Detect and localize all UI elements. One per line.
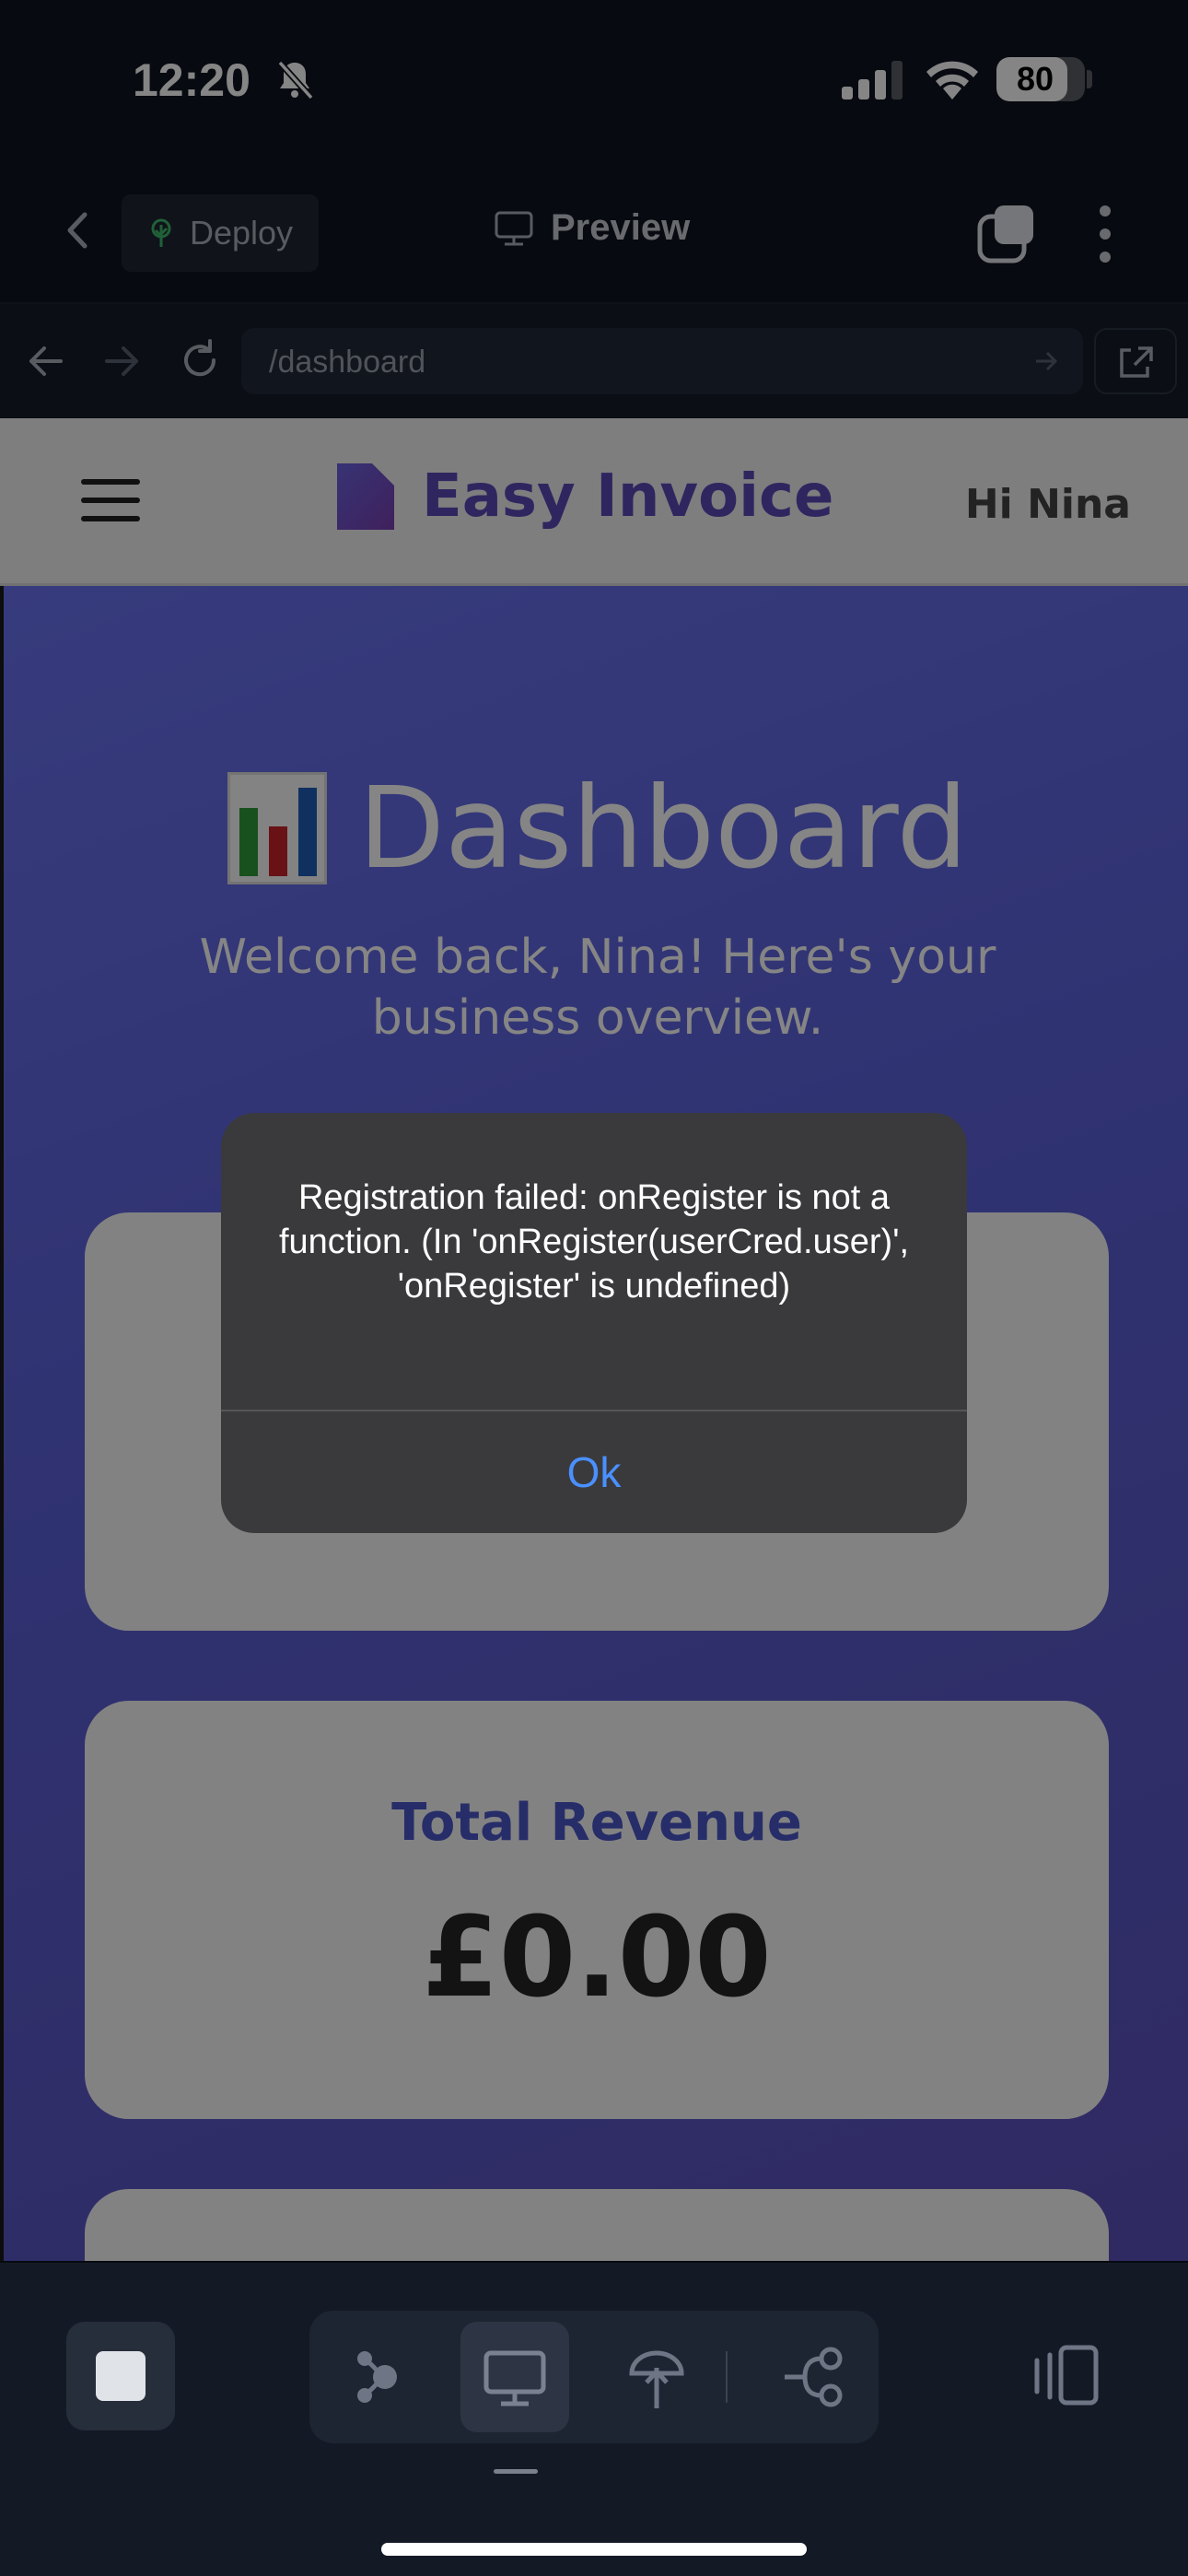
deploy-mode-tab[interactable] bbox=[602, 2322, 711, 2432]
monitor-icon bbox=[483, 2350, 546, 2406]
home-indicator bbox=[381, 2543, 807, 2556]
device-toggle-icon[interactable] bbox=[1030, 2344, 1103, 2408]
stop-icon bbox=[96, 2351, 146, 2401]
flow-tab[interactable] bbox=[757, 2322, 866, 2432]
segment-divider bbox=[726, 2351, 728, 2403]
alert-dialog: Registration failed: onRegister is not a… bbox=[221, 1113, 967, 1533]
agent-icon bbox=[357, 2351, 397, 2403]
preview-mode-tab[interactable] bbox=[460, 2322, 569, 2432]
agent-tab[interactable] bbox=[320, 2322, 429, 2432]
drag-handle[interactable] bbox=[494, 2469, 538, 2474]
flow-icon bbox=[785, 2347, 843, 2407]
alert-message: Registration failed: onRegister is not a… bbox=[278, 1178, 910, 1306]
mode-switcher bbox=[309, 2311, 879, 2443]
deploy-icon bbox=[629, 2350, 684, 2408]
stop-button[interactable] bbox=[66, 2322, 175, 2430]
alert-ok-button[interactable]: Ok bbox=[221, 1411, 967, 1533]
bottom-toolbar bbox=[0, 2263, 1188, 2576]
